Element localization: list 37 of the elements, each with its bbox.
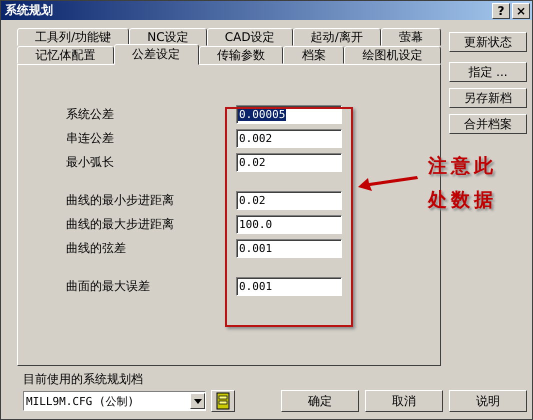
input-field[interactable]: 0.002 [236,129,342,148]
tab[interactable]: NC设定 [129,28,207,46]
tab[interactable]: 记忆体配置 [17,46,114,64]
tab[interactable]: 起动/离开 [292,28,381,46]
close-button[interactable]: × [512,2,530,18]
file-button[interactable] [211,390,235,412]
side-button[interactable]: 合并档案 [449,114,527,134]
side-button[interactable]: 另存新档 [449,88,527,108]
side-button[interactable]: 指定 ... [449,62,527,82]
dialog-button[interactable]: 说明 [449,390,527,412]
field-label: 曲线的最小步进距离 [66,192,175,209]
dropdown-arrow-icon [194,398,202,404]
side-button[interactable]: 更新状态 [449,32,527,52]
current-file-label: 目前使用的系统规划档 [23,371,144,388]
cabinet-icon [216,392,230,410]
input-field[interactable]: 0.001 [236,239,342,258]
field-label: 曲线的最大步进距离 [66,216,175,233]
tab[interactable]: 档案 [283,46,344,64]
input-field[interactable]: 0.02 [236,153,342,172]
input-field[interactable]: 100.0 [236,215,342,234]
field-label: 系统公差 [66,106,115,123]
tab[interactable]: 萤幕 [380,28,441,46]
help-button[interactable]: ? [492,2,510,18]
field-label: 曲线的弦差 [66,240,127,257]
tab[interactable]: CAD设定 [206,28,293,46]
file-dropdown[interactable]: MILL9M.CFG (公制) [23,391,206,411]
tab[interactable]: 公差设定 [114,44,199,65]
tab[interactable]: 传输参数 [198,46,284,64]
input-field[interactable]: 0.001 [236,277,342,296]
field-label: 串连公差 [66,130,115,147]
window-title: 系统规划 [5,2,53,19]
dialog-button[interactable]: 确定 [281,390,359,412]
field-label: 曲面的最大误差 [66,278,151,295]
tab[interactable]: 绘图机设定 [344,46,441,64]
input-field[interactable]: 0.02 [236,191,342,210]
dialog-button[interactable]: 取消 [365,390,443,412]
field-label: 最小弧长 [66,154,115,171]
